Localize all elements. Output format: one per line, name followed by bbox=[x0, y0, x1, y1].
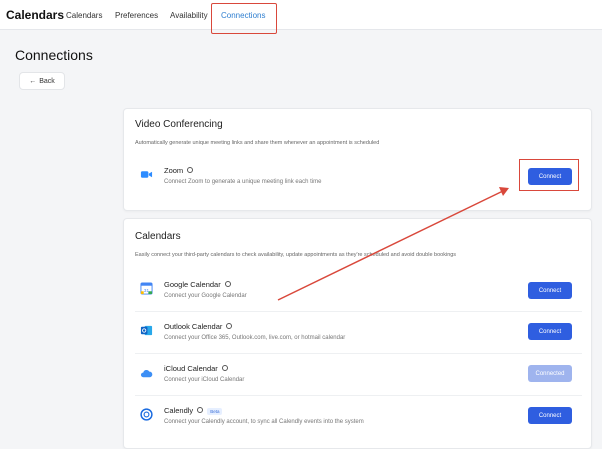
zoom-icon bbox=[140, 171, 153, 178]
svg-text:31: 31 bbox=[144, 288, 150, 293]
zoom-name: Zoom bbox=[164, 166, 184, 175]
google-calendar-description: Connect your Google Calendar bbox=[164, 293, 247, 299]
google-name-line: Google Calendar bbox=[164, 280, 231, 289]
calendly-name-line: Calendly Beta bbox=[164, 406, 223, 415]
icloud-calendar-description: Connect your iCloud Calendar bbox=[164, 377, 245, 383]
google-calendar-name: Google Calendar bbox=[164, 280, 221, 289]
video-section-description: Automatically generate unique meeting li… bbox=[135, 140, 380, 146]
calendly-connect-button[interactable]: Connect bbox=[528, 407, 572, 424]
calendars-section-description: Easily connect your third-party calendar… bbox=[135, 252, 457, 258]
nav-calendars[interactable]: Calendars bbox=[66, 11, 102, 20]
nav-availability[interactable]: Availability bbox=[170, 11, 208, 20]
outlook-calendar-name: Outlook Calendar bbox=[164, 322, 223, 331]
calendars-card: Calendars Easily connect your third-part… bbox=[123, 218, 592, 449]
divider bbox=[135, 353, 582, 354]
calendly-description: Connect your Calendly account, to sync a… bbox=[164, 419, 364, 425]
annotation-connect-box bbox=[519, 159, 579, 191]
back-button[interactable]: ← Back bbox=[19, 72, 65, 90]
outlook-icon bbox=[140, 325, 153, 336]
icloud-name-line: iCloud Calendar bbox=[164, 364, 228, 373]
arrow-left-icon: ← bbox=[29, 77, 37, 85]
icloud-calendar-name: iCloud Calendar bbox=[164, 364, 218, 373]
beta-badge: Beta bbox=[207, 407, 223, 415]
calendly-name: Calendly bbox=[164, 406, 194, 415]
top-nav: Calendars Calendars Preferences Availabi… bbox=[0, 0, 602, 30]
nav-preferences[interactable]: Preferences bbox=[115, 11, 158, 20]
divider bbox=[135, 395, 582, 396]
icloud-calendar-row: iCloud Calendar Connect your iCloud Cale… bbox=[135, 357, 582, 393]
info-icon[interactable] bbox=[187, 167, 194, 174]
icloud-icon bbox=[140, 369, 153, 378]
calendly-row: Calendly Beta Connect your Calendly accou… bbox=[135, 399, 582, 435]
info-icon[interactable] bbox=[226, 323, 233, 330]
google-calendar-icon: 31 bbox=[140, 282, 153, 295]
zoom-description: Connect Zoom to generate a unique meetin… bbox=[164, 179, 322, 185]
info-icon[interactable] bbox=[224, 281, 231, 288]
brand-title: Calendars bbox=[6, 8, 65, 22]
divider bbox=[135, 311, 582, 312]
google-connect-button[interactable]: Connect bbox=[528, 282, 572, 299]
calendars-section-title: Calendars bbox=[135, 231, 181, 242]
video-section-title: Video Conferencing bbox=[135, 119, 223, 130]
google-calendar-row: 31 Google Calendar Connect your Google C… bbox=[135, 273, 582, 309]
outlook-calendar-description: Connect your Office 365, Outlook.com, li… bbox=[164, 335, 346, 341]
page-title: Connections bbox=[15, 47, 93, 63]
zoom-row: Zoom Connect Zoom to generate a unique m… bbox=[135, 161, 582, 193]
back-label: Back bbox=[39, 77, 55, 85]
annotation-nav-box bbox=[211, 3, 277, 34]
icloud-connected-button: Connected bbox=[528, 365, 572, 382]
calendly-icon bbox=[140, 408, 153, 421]
outlook-calendar-row: Outlook Calendar Connect your Office 365… bbox=[135, 315, 582, 351]
zoom-name-line: Zoom bbox=[164, 166, 194, 175]
info-icon[interactable] bbox=[221, 365, 228, 372]
outlook-name-line: Outlook Calendar bbox=[164, 322, 233, 331]
outlook-connect-button[interactable]: Connect bbox=[528, 323, 572, 340]
info-icon[interactable] bbox=[197, 407, 204, 414]
